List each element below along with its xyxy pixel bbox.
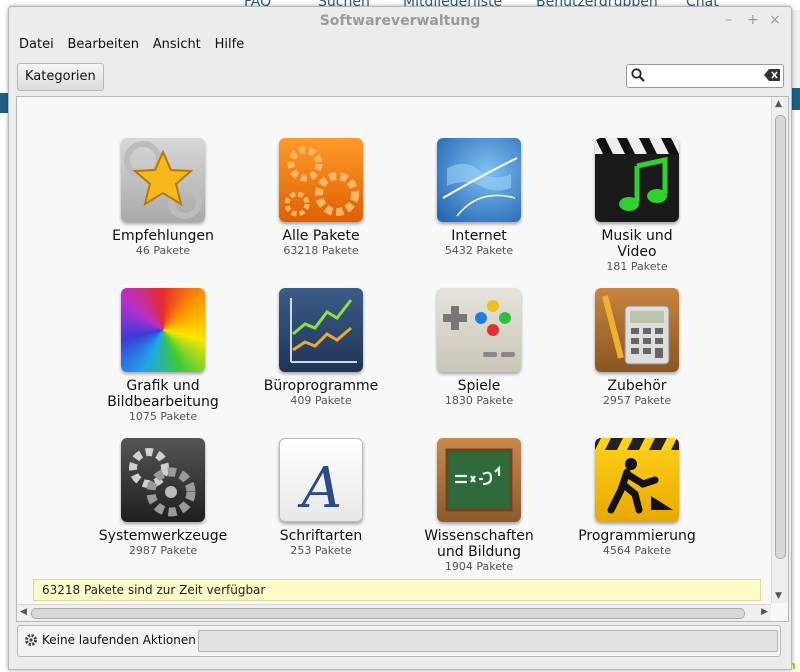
category-programmierung[interactable]: Programmierung 4564 Pakete [562, 438, 712, 558]
category-empfehlungen[interactable]: Empfehlungen 46 Pakete [88, 138, 238, 258]
category-name: Büroprogramme [263, 378, 379, 394]
category-name: Wissenschaften und Bildung [424, 528, 534, 560]
category-systemwerkzeuge[interactable]: Systemwerkzeuge 2987 Pakete [88, 438, 238, 558]
package-count: 2987 Pakete [128, 544, 198, 557]
package-count: 2957 Pakete [602, 394, 672, 407]
category-name: Internet [451, 228, 507, 244]
menu-hilfe[interactable]: Hilfe [211, 37, 249, 52]
action-status-bar: Keine laufenden Aktionen [17, 625, 781, 657]
category-grid: Empfehlungen 46 Pakete Alle Pakete 63218… [17, 97, 765, 577]
search-icon [631, 68, 645, 82]
menu-ansicht[interactable]: Ansicht [149, 37, 205, 52]
scroll-right-arrow-icon[interactable]: ▶ [761, 607, 768, 617]
star-icon [121, 138, 205, 222]
category-schriftarten[interactable]: A Schriftarten 253 Pakete [246, 438, 396, 558]
menu-bearbeiten[interactable]: Bearbeiten [64, 37, 143, 52]
minimize-button[interactable]: – [725, 12, 732, 28]
font-icon: A [279, 438, 363, 522]
search-input[interactable] [649, 67, 763, 85]
menu-datei[interactable]: Datei [15, 37, 58, 52]
line-chart-icon [279, 288, 363, 372]
package-count: 4564 Pakete [602, 544, 672, 557]
system-gear-icon [121, 438, 205, 522]
globe-icon [437, 138, 521, 222]
chalkboard-icon [437, 438, 521, 522]
category-grafik[interactable]: Grafik und Bildbearbeitung 1075 Pakete [88, 288, 238, 424]
clear-search-icon[interactable] [764, 69, 780, 81]
package-count: 46 Pakete [135, 244, 191, 257]
gears-icon [279, 138, 363, 222]
package-count: 5432 Pakete [444, 244, 514, 257]
color-wheel-icon [121, 288, 205, 372]
category-bueroprogramme[interactable]: Büroprogramme 409 Pakete [246, 288, 396, 408]
category-view: Empfehlungen 46 Pakete Alle Pakete 63218… [16, 96, 789, 622]
scroll-up-arrow-icon[interactable]: ▲ [775, 99, 782, 109]
category-name: Empfehlungen [112, 228, 214, 244]
category-name: Musik und Video [601, 228, 673, 260]
package-count: 181 Pakete [606, 260, 668, 273]
window-title: Softwareverwaltung [319, 13, 481, 29]
vertical-scrollbar[interactable]: ▲ ▼ [771, 97, 788, 603]
calculator-icon [595, 288, 679, 372]
category-name: Programmierung [578, 528, 696, 544]
category-wissenschaften[interactable]: Wissenschaften und Bildung 1904 Pakete [404, 438, 554, 574]
category-internet[interactable]: Internet 5432 Pakete [404, 138, 554, 258]
horizontal-scrollbar[interactable]: ◀ ▶ [17, 604, 771, 621]
category-name: Alle Pakete [282, 228, 360, 244]
actions-label: Keine laufenden Aktionen [42, 633, 196, 647]
progress-bar [198, 630, 778, 652]
construction-icon [595, 438, 679, 522]
gear-icon [25, 634, 37, 646]
category-name: Grafik und Bildbearbeitung [107, 378, 219, 410]
menubar: Datei Bearbeiten Ansicht Hilfe [15, 37, 250, 57]
software-manager-window: Softwareverwaltung – + × Datei Bearbeite… [8, 6, 792, 670]
close-button[interactable]: × [769, 12, 781, 28]
scroll-down-arrow-icon[interactable]: ▼ [775, 591, 782, 601]
svg-text:A: A [297, 456, 342, 521]
category-name: Schriftarten [279, 528, 363, 544]
category-musik-video[interactable]: Musik und Video 181 Pakete [562, 138, 712, 274]
horizontal-scrollbar-thumb[interactable] [31, 608, 745, 619]
scroll-left-arrow-icon[interactable]: ◀ [20, 607, 27, 617]
category-alle-pakete[interactable]: Alle Pakete 63218 Pakete [246, 138, 396, 258]
categories-button[interactable]: Kategorien [17, 63, 104, 91]
titlebar: Softwareverwaltung – + × [9, 7, 791, 35]
maximize-button[interactable]: + [747, 12, 759, 28]
search-box [626, 64, 784, 88]
music-video-icon [595, 138, 679, 222]
gamepad-icon [437, 288, 521, 372]
category-name: Zubehör [607, 378, 667, 394]
category-spiele[interactable]: Spiele 1830 Pakete [404, 288, 554, 408]
package-count: 1904 Pakete [444, 560, 514, 573]
category-name: Systemwerkzeuge [98, 528, 228, 544]
package-count: 1075 Pakete [128, 410, 198, 423]
package-count: 63218 Pakete [283, 244, 359, 257]
category-name: Spiele [457, 378, 501, 394]
package-count: 1830 Pakete [444, 394, 514, 407]
available-packages-message: 63218 Pakete sind zur Zeit verfügbar [33, 579, 761, 601]
package-count: 253 Pakete [290, 544, 352, 557]
category-zubehoer[interactable]: Zubehör 2957 Pakete [562, 288, 712, 408]
vertical-scrollbar-thumb[interactable] [775, 115, 786, 559]
package-count: 409 Pakete [290, 394, 352, 407]
